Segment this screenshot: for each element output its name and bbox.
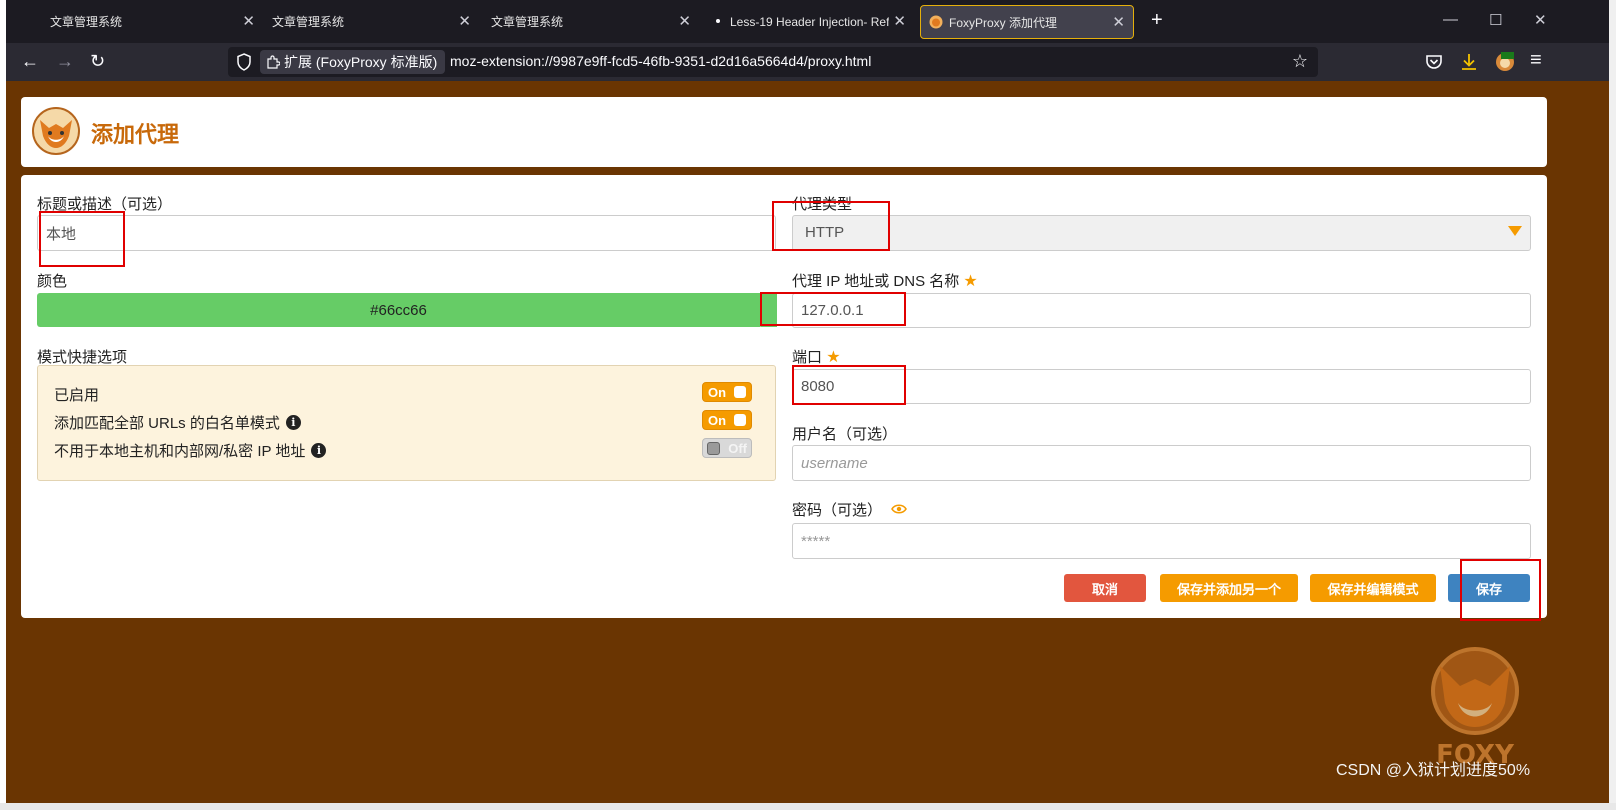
url-bar[interactable]: 扩展 (FoxyProxy 标准版) moz-extension://9987e… — [228, 47, 1318, 77]
tab-title: 文章管理系统 — [50, 15, 123, 29]
minimize-button[interactable]: — — [1443, 11, 1458, 28]
header-card: 添加代理 — [21, 97, 1547, 167]
color-picker[interactable]: #66cc66 — [37, 293, 760, 327]
bookmark-star-icon[interactable]: ☆ — [1292, 51, 1308, 72]
tab-strip: 文章管理系统 ✕ 文章管理系统 ✕ 文章管理系统 ✕ Less-19 Heade… — [6, 0, 1609, 43]
foxyproxy-toolbar-icon[interactable] — [1494, 50, 1516, 72]
pattern-label: 模式快捷选项 — [37, 349, 128, 366]
option-label: 添加匹配全部 URLs 的白名单模式 — [54, 415, 280, 432]
toggle-knob — [734, 414, 746, 426]
proxy-ip-label-text: 代理 IP 地址或 DNS 名称 — [792, 273, 960, 290]
download-icon[interactable] — [1460, 53, 1478, 71]
annotation-box-port — [792, 365, 906, 405]
password-label: 密码（可选） — [792, 502, 883, 519]
reload-button[interactable]: ↻ — [90, 51, 105, 72]
toggle-text: Off — [728, 441, 747, 456]
option-whitelist-all: 添加匹配全部 URLs 的白名单模式 i — [54, 412, 301, 433]
info-icon[interactable]: i — [285, 415, 301, 430]
tab-title: Less-19 Header Injection- Ref — [730, 14, 890, 29]
foxy-watermark-logo-icon: FOXY — [1431, 647, 1519, 770]
color-label: 颜色 — [37, 273, 68, 290]
proxy-form-card: 标题或描述（可选） 颜色 #66cc66 模式快捷选项 已启用 On 添加匹配全… — [21, 175, 1547, 621]
extension-identity-box[interactable]: 扩展 (FoxyProxy 标准版) — [260, 50, 446, 74]
tab-4[interactable]: Less-19 Header Injection- Ref ✕ — [704, 0, 914, 43]
tab-title: FoxyProxy 添加代理 — [949, 15, 1058, 30]
close-icon[interactable]: ✕ — [893, 12, 906, 30]
tab-5-active[interactable]: FoxyProxy 添加代理 ✕ — [920, 5, 1134, 39]
forward-button[interactable]: → — [56, 51, 74, 72]
window-close-button[interactable]: ✕ — [1534, 11, 1547, 29]
close-icon[interactable]: ✕ — [1112, 13, 1125, 31]
puzzle-piece-icon — [267, 55, 280, 69]
info-icon[interactable]: i — [311, 443, 327, 458]
identity-label: 扩展 (FoxyProxy 标准版) — [284, 54, 438, 70]
annotation-box-save — [1460, 559, 1541, 621]
tab-3[interactable]: 文章管理系统 ✕ — [446, 0, 699, 43]
port-label: 端口 ★ — [792, 346, 841, 367]
new-tab-button[interactable]: + — [1151, 9, 1163, 32]
page-title: 添加代理 — [91, 122, 180, 147]
url-text[interactable]: moz-extension://9987e9ff-fcd5-46fb-9351-… — [450, 53, 871, 69]
required-star-icon: ★ — [826, 349, 841, 366]
option-label: 不用于本地主机和内部网/私密 IP 地址 — [54, 443, 306, 460]
cancel-button[interactable]: 取消 — [1064, 574, 1146, 602]
color-value: #66cc66 — [370, 301, 427, 319]
tab-1[interactable]: 文章管理系统 ✕ — [6, 0, 263, 43]
background-window-bottom — [0, 803, 1616, 810]
pattern-options-box: 已启用 On 添加匹配全部 URLs 的白名单模式 i On 不用于本地主机和内… — [37, 365, 776, 481]
proxy-ip-label: 代理 IP 地址或 DNS 名称 ★ — [792, 270, 978, 291]
option-exclude-local: 不用于本地主机和内部网/私密 IP 地址 i — [54, 440, 327, 461]
maximize-button[interactable]: ☐ — [1489, 11, 1502, 29]
option-label: 已启用 — [54, 387, 100, 404]
save-and-add-another-button[interactable]: 保存并添加另一个 — [1160, 574, 1298, 602]
csdn-watermark: CSDN @入狱计划进度50% — [1336, 762, 1531, 779]
port-label-text: 端口 — [792, 349, 823, 366]
extension-page: 添加代理 标题或描述（可选） 颜色 #66cc66 模式快捷选项 已启用 On — [6, 81, 1609, 810]
save-and-edit-patterns-button[interactable]: 保存并编辑模式 — [1310, 574, 1436, 602]
shield-icon[interactable] — [236, 53, 252, 71]
toggle-knob — [707, 442, 720, 455]
username-label: 用户名（可选） — [792, 426, 898, 443]
toggle-knob — [734, 386, 746, 398]
password-input[interactable] — [792, 523, 1531, 559]
username-input[interactable] — [792, 445, 1531, 481]
background-window-edge — [1609, 0, 1616, 810]
exclude-local-toggle[interactable]: Off — [702, 438, 752, 458]
pocket-icon[interactable] — [1425, 53, 1443, 71]
required-star-icon: ★ — [963, 273, 978, 290]
audio-dot-icon — [716, 19, 720, 23]
proxy-type-select[interactable]: HTTP — [792, 215, 1531, 251]
whitelist-all-toggle[interactable]: On — [702, 410, 752, 430]
caret-down-icon — [1508, 226, 1522, 236]
tab-title: 文章管理系统 — [272, 15, 345, 29]
option-enabled: 已启用 — [54, 384, 99, 405]
foxyproxy-logo-icon — [32, 107, 80, 155]
eye-icon[interactable] — [891, 503, 907, 515]
toggle-text: On — [708, 413, 727, 428]
enabled-toggle[interactable]: On — [702, 382, 752, 402]
foxyproxy-favicon-icon — [929, 15, 943, 29]
menu-hamburger-icon[interactable]: ≡ — [1530, 49, 1542, 72]
annotation-box-title — [39, 211, 125, 267]
title-input[interactable] — [37, 215, 776, 251]
toggle-text: On — [708, 385, 727, 400]
back-button[interactable]: ← — [21, 51, 39, 72]
tab-2[interactable]: 文章管理系统 ✕ — [226, 0, 479, 43]
annotation-box-type — [772, 201, 890, 251]
browser-window: 文章管理系统 ✕ 文章管理系统 ✕ 文章管理系统 ✕ Less-19 Heade… — [6, 0, 1609, 810]
tab-title: 文章管理系统 — [491, 15, 564, 29]
close-icon[interactable]: ✕ — [678, 12, 691, 30]
navigation-bar: ← → ↻ 扩展 (FoxyProxy 标准版) moz-extension:/… — [6, 43, 1609, 81]
annotation-box-ip — [760, 292, 906, 326]
